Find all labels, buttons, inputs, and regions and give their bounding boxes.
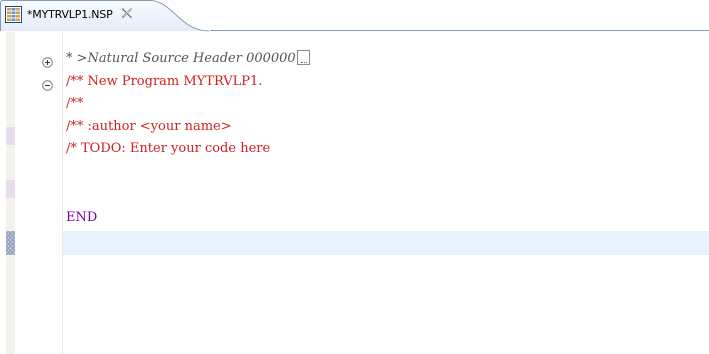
tab-title: *MYTRVLP1.NSP xyxy=(27,8,113,21)
editor-tab-bar: *MYTRVLP1.NSP xyxy=(0,0,709,32)
current-line-overview-marker[interactable] xyxy=(6,231,15,255)
header-comment-text: * >Natural Source Header 000000 xyxy=(66,51,296,66)
fold-collapse-icon[interactable] xyxy=(42,76,53,91)
natural-source-file-icon xyxy=(5,6,22,23)
editor-tab[interactable]: *MYTRVLP1.NSP xyxy=(0,0,210,32)
code-line[interactable]: /* TODO: Enter your code here xyxy=(66,139,270,159)
current-line-highlight xyxy=(63,231,709,255)
folding-ruler xyxy=(15,32,62,354)
comment-text: /** xyxy=(66,96,84,111)
comment-text: /** :author <your name> xyxy=(66,119,232,134)
code-line[interactable]: END xyxy=(66,208,97,228)
code-line[interactable]: /** New Program MYTRVLP1. xyxy=(66,72,262,92)
code-line[interactable]: /** :author <your name> xyxy=(66,117,232,137)
annotation-marker[interactable] xyxy=(6,127,15,145)
close-icon[interactable] xyxy=(120,5,134,19)
code-line[interactable]: /** xyxy=(66,94,83,114)
tab-bar-border xyxy=(210,30,709,31)
keyword-text: END xyxy=(66,210,98,225)
annotation-marker[interactable] xyxy=(6,180,15,198)
code-line[interactable]: * >Natural Source Header 000000 xyxy=(66,49,310,69)
comment-text: /* TODO: Enter your code here xyxy=(66,141,271,156)
comment-text: /** New Program MYTRVLP1. xyxy=(66,74,263,89)
editor-window: *MYTRVLP1.NSP * >Natural Source Header 0… xyxy=(0,0,709,354)
fold-expand-icon[interactable] xyxy=(42,53,53,68)
source-text-area[interactable]: * >Natural Source Header 000000 /** New … xyxy=(63,32,709,354)
collapsed-region-icon[interactable] xyxy=(296,50,310,65)
code-editor[interactable]: * >Natural Source Header 000000 /** New … xyxy=(0,32,709,354)
